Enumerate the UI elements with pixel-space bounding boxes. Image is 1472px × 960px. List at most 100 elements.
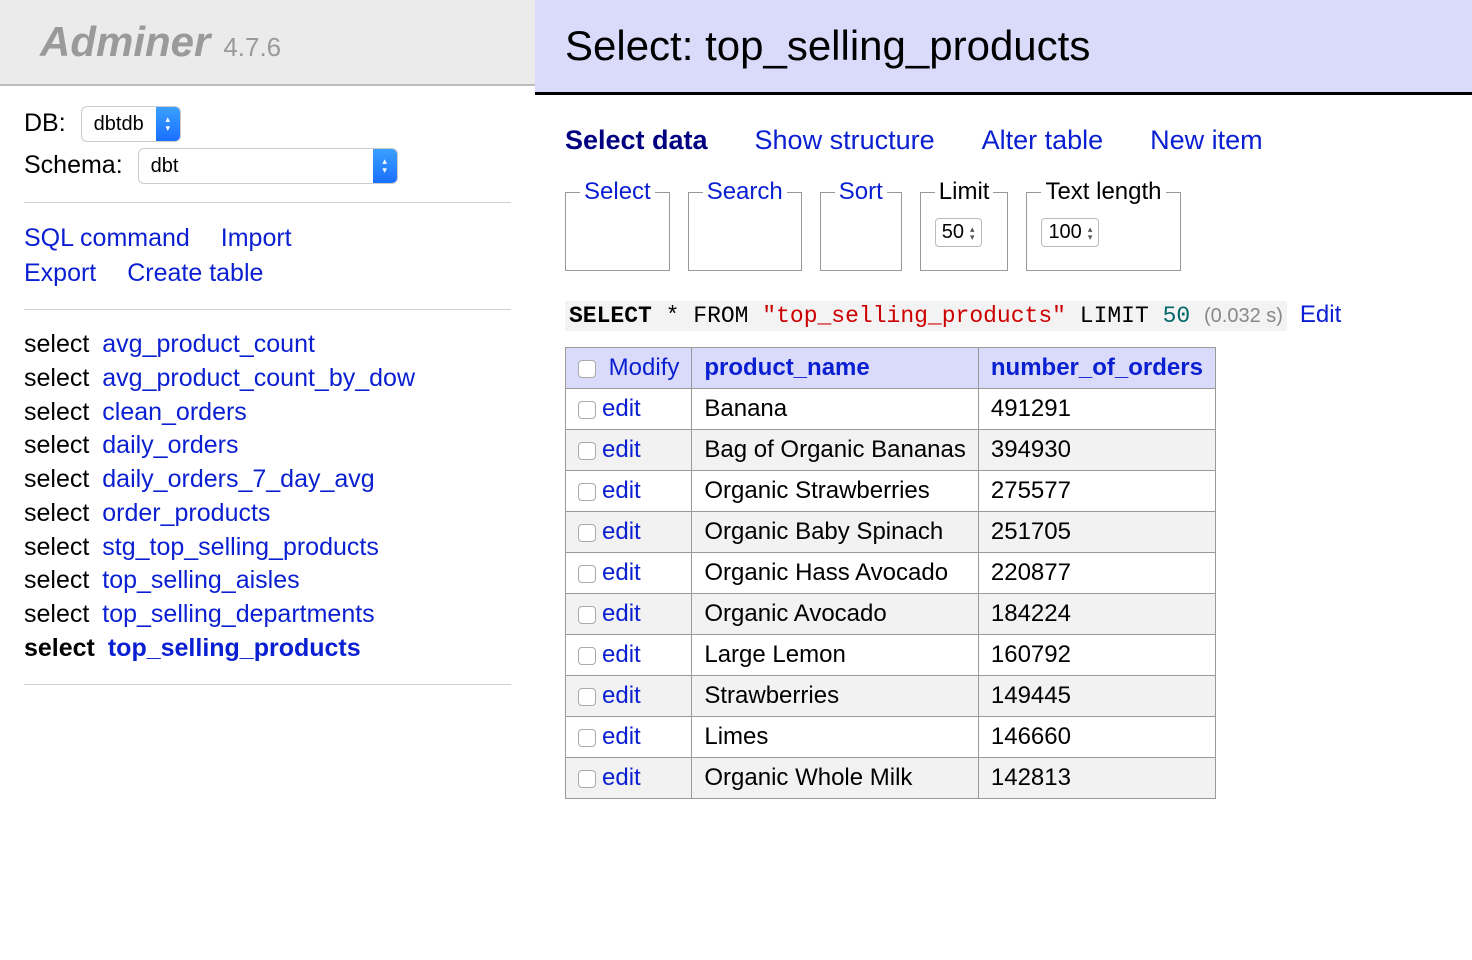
- table-list-prefix[interactable]: select: [24, 364, 89, 392]
- export-link[interactable]: Export: [24, 256, 96, 291]
- sql-query: SELECT * FROM "top_selling_products" LIM…: [565, 301, 1287, 331]
- row-checkbox[interactable]: [578, 770, 596, 788]
- fieldset-search-legend[interactable]: Search: [707, 178, 783, 205]
- fieldset-sort-legend[interactable]: Sort: [839, 178, 883, 205]
- db-select[interactable]: dbtdb ▴▾: [81, 106, 181, 142]
- cell-number-of-orders: 160792: [978, 635, 1215, 676]
- table-list: select avg_product_countselect avg_produ…: [24, 328, 511, 666]
- table-list-prefix[interactable]: select: [24, 465, 89, 493]
- cell-product-name: Large Lemon: [692, 635, 979, 676]
- table-list-item: select daily_orders: [24, 429, 511, 463]
- row-edit-cell: edit: [566, 512, 692, 553]
- cell-number-of-orders: 275577: [978, 471, 1215, 512]
- cell-number-of-orders: 142813: [978, 758, 1215, 799]
- modify-link[interactable]: Modify: [609, 354, 680, 381]
- cell-number-of-orders: 184224: [978, 594, 1215, 635]
- row-edit-link[interactable]: edit: [602, 764, 641, 791]
- table-row: edit Organic Avocado184224: [566, 594, 1216, 635]
- tab-new-item[interactable]: New item: [1150, 125, 1263, 155]
- fieldset-search[interactable]: Search: [688, 178, 802, 271]
- row-edit-link[interactable]: edit: [602, 641, 641, 668]
- table-list-prefix[interactable]: select: [24, 600, 89, 628]
- row-checkbox[interactable]: [578, 606, 596, 624]
- schema-select[interactable]: dbt ▴▾: [138, 148, 398, 184]
- table-link[interactable]: top_selling_products: [108, 634, 361, 662]
- fieldset-select-legend[interactable]: Select: [584, 178, 651, 205]
- table-list-prefix[interactable]: select: [24, 431, 89, 459]
- fieldset-select[interactable]: Select: [565, 178, 670, 271]
- table-list-prefix[interactable]: select: [24, 330, 89, 358]
- row-edit-link[interactable]: edit: [602, 436, 641, 463]
- row-checkbox[interactable]: [578, 442, 596, 460]
- table-list-item: select avg_product_count: [24, 328, 511, 362]
- col-number-of-orders[interactable]: number_of_orders: [991, 354, 1203, 381]
- fieldset-sort[interactable]: Sort: [820, 178, 902, 271]
- tab-select-data[interactable]: Select data: [565, 125, 708, 155]
- select-all-checkbox[interactable]: [578, 360, 596, 378]
- row-checkbox[interactable]: [578, 483, 596, 501]
- sidebar-action-links: SQL command Import Export Create table: [24, 221, 511, 291]
- table-row: editStrawberries149445: [566, 676, 1216, 717]
- table-link[interactable]: daily_orders: [102, 431, 238, 459]
- row-edit-link[interactable]: edit: [602, 395, 641, 422]
- row-edit-link[interactable]: edit: [602, 723, 641, 750]
- schema-label: Schema:: [24, 151, 123, 179]
- table-list-prefix[interactable]: select: [24, 499, 89, 527]
- db-label: DB:: [24, 109, 66, 137]
- row-edit-link[interactable]: edit: [602, 682, 641, 709]
- row-checkbox[interactable]: [578, 524, 596, 542]
- textlen-input[interactable]: 100 ▴▾: [1041, 218, 1099, 247]
- cell-product-name: Bag of Organic Bananas: [692, 430, 979, 471]
- table-list-item: select order_products: [24, 497, 511, 531]
- table-link[interactable]: top_selling_aisles: [102, 566, 299, 594]
- table-list-item: select avg_product_count_by_dow: [24, 362, 511, 396]
- table-link[interactable]: avg_product_count_by_dow: [102, 364, 415, 392]
- table-list-prefix[interactable]: select: [24, 634, 95, 662]
- row-checkbox[interactable]: [578, 401, 596, 419]
- row-checkbox[interactable]: [578, 565, 596, 583]
- create-table-link[interactable]: Create table: [127, 256, 263, 291]
- import-link[interactable]: Import: [221, 221, 292, 256]
- table-list-item: select clean_orders: [24, 396, 511, 430]
- stepper-icon[interactable]: ▴▾: [970, 225, 975, 241]
- table-link[interactable]: avg_product_count: [102, 330, 315, 358]
- table-link[interactable]: stg_top_selling_products: [102, 533, 379, 561]
- table-link[interactable]: top_selling_departments: [102, 600, 374, 628]
- table-list-prefix[interactable]: select: [24, 566, 89, 594]
- row-edit-cell: edit: [566, 389, 692, 430]
- table-link[interactable]: clean_orders: [102, 398, 247, 426]
- cell-number-of-orders: 394930: [978, 430, 1215, 471]
- tab-alter-table[interactable]: Alter table: [982, 125, 1104, 155]
- row-edit-link[interactable]: edit: [602, 477, 641, 504]
- stepper-icon[interactable]: ▴▾: [1088, 225, 1093, 241]
- row-checkbox[interactable]: [578, 647, 596, 665]
- edit-sql-link[interactable]: Edit: [1300, 301, 1341, 328]
- row-edit-link[interactable]: edit: [602, 559, 641, 586]
- table-row: editOrganic Hass Avocado220877: [566, 553, 1216, 594]
- cell-number-of-orders: 149445: [978, 676, 1215, 717]
- limit-input[interactable]: 50 ▴▾: [935, 218, 982, 247]
- cell-product-name: Organic Hass Avocado: [692, 553, 979, 594]
- fieldset-limit: Limit 50 ▴▾: [920, 178, 1009, 271]
- table-link[interactable]: daily_orders_7_day_avg: [102, 465, 374, 493]
- table-row: editOrganic Strawberries275577: [566, 471, 1216, 512]
- cell-product-name: Organic Whole Milk: [692, 758, 979, 799]
- table-link[interactable]: order_products: [102, 499, 270, 527]
- row-edit-link[interactable]: edit: [602, 518, 641, 545]
- table-list-prefix[interactable]: select: [24, 533, 89, 561]
- row-edit-cell: edit: [566, 553, 692, 594]
- table-row: editLimes146660: [566, 717, 1216, 758]
- table-list-prefix[interactable]: select: [24, 398, 89, 426]
- tab-show-structure[interactable]: Show structure: [755, 125, 935, 155]
- cell-number-of-orders: 491291: [978, 389, 1215, 430]
- row-checkbox[interactable]: [578, 729, 596, 747]
- row-edit-cell: edit: [566, 758, 692, 799]
- row-edit-link[interactable]: edit: [602, 600, 641, 627]
- row-checkbox[interactable]: [578, 688, 596, 706]
- sql-command-link[interactable]: SQL command: [24, 221, 190, 256]
- sidebar: Adminer 4.7.6 DB: dbtdb ▴▾ Schema: dbt ▴…: [0, 0, 535, 829]
- cell-product-name: Organic Avocado: [692, 594, 979, 635]
- updown-icon: ▴▾: [373, 149, 397, 183]
- col-product-name[interactable]: product_name: [704, 354, 869, 381]
- row-edit-cell: edit: [566, 717, 692, 758]
